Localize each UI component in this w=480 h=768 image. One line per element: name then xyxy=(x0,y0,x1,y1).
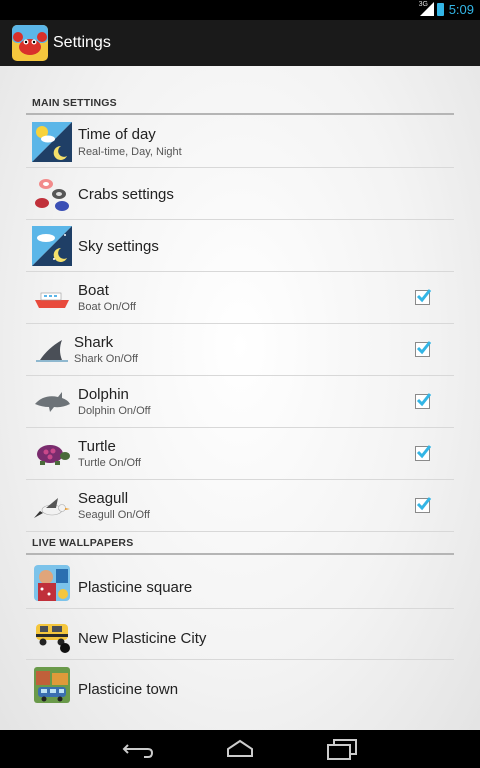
wallpaper-plasticine-square[interactable]: Plasticine square xyxy=(26,558,454,609)
section-header-label: LIVE WALLPAPERS xyxy=(32,537,134,549)
plasticine-city-icon xyxy=(36,624,70,653)
section-header-label: MAIN SETTINGS xyxy=(32,97,117,109)
pref-dolphin[interactable]: Dolphin Dolphin On/Off xyxy=(26,376,454,428)
pref-title: Dolphin xyxy=(78,386,129,403)
pref-title: Shark xyxy=(74,334,114,351)
pref-summary: Seagull On/Off xyxy=(78,509,150,521)
pref-title: Time of day xyxy=(78,126,156,143)
pref-title: Sky settings xyxy=(78,238,159,255)
day-night-icon xyxy=(32,122,72,162)
pref-title: Crabs settings xyxy=(78,186,174,203)
pref-seagull[interactable]: Seagull Seagull On/Off xyxy=(26,480,454,532)
wallpaper-new-plasticine-city[interactable]: New Plasticine City xyxy=(26,609,454,660)
status-bar: 3G 5:09 xyxy=(0,0,480,20)
turtle-checkbox[interactable] xyxy=(415,445,432,461)
action-bar: Settings xyxy=(0,20,480,66)
pref-title: Plasticine square xyxy=(78,579,193,596)
pref-title: Boat xyxy=(78,282,109,299)
check-icon xyxy=(416,341,432,355)
battery-icon xyxy=(437,3,444,16)
home-icon[interactable] xyxy=(220,736,260,762)
pref-sky-settings[interactable]: Sky settings xyxy=(26,220,454,272)
pref-summary: Shark On/Off xyxy=(74,353,138,365)
pref-shark[interactable]: Shark Shark On/Off xyxy=(26,324,454,376)
clock: 5:09 xyxy=(448,2,474,17)
check-icon xyxy=(416,497,432,511)
recent-apps-icon[interactable] xyxy=(322,736,362,762)
sky-icon xyxy=(32,226,72,266)
navigation-bar xyxy=(0,730,480,768)
section-header-main: MAIN SETTINGS xyxy=(26,93,454,115)
seagull-checkbox[interactable] xyxy=(415,497,432,513)
boat-checkbox[interactable] xyxy=(415,289,432,305)
pref-title: Plasticine town xyxy=(78,681,179,698)
page-title: Settings xyxy=(53,34,111,51)
dolphin-icon xyxy=(35,392,70,412)
check-icon xyxy=(416,445,432,459)
check-icon xyxy=(416,289,432,303)
dolphin-checkbox[interactable] xyxy=(415,393,432,409)
signal-icon xyxy=(420,2,434,16)
crab-app-icon[interactable] xyxy=(10,23,50,63)
crabs-icon xyxy=(35,179,69,211)
pref-turtle[interactable]: Turtle Turtle On/Off xyxy=(26,428,454,480)
pref-time-of-day[interactable]: Time of day Real-time, Day, Night xyxy=(26,116,454,168)
pref-title: Turtle xyxy=(78,438,116,455)
pref-crabs-settings[interactable]: Crabs settings xyxy=(26,168,454,220)
pref-title: Seagull xyxy=(78,490,129,507)
pref-boat[interactable]: Boat Boat On/Off xyxy=(26,272,454,324)
pref-summary: Turtle On/Off xyxy=(78,457,141,469)
pref-summary: Boat On/Off xyxy=(78,301,136,313)
boat-icon xyxy=(35,292,69,308)
shark-fin-icon xyxy=(36,340,68,362)
plasticine-town-icon xyxy=(34,667,70,703)
section-header-live: LIVE WALLPAPERS xyxy=(26,533,454,555)
wallpaper-plasticine-town[interactable]: Plasticine town xyxy=(26,660,454,710)
check-icon xyxy=(416,393,432,407)
turtle-icon xyxy=(37,445,70,465)
pref-summary: Dolphin On/Off xyxy=(78,405,151,417)
plasticine-square-icon xyxy=(34,565,70,601)
shark-checkbox[interactable] xyxy=(415,341,432,357)
seagull-icon xyxy=(34,498,70,518)
pref-title: New Plasticine City xyxy=(78,630,207,647)
back-icon[interactable] xyxy=(118,736,158,762)
pref-summary: Real-time, Day, Night xyxy=(78,146,182,158)
